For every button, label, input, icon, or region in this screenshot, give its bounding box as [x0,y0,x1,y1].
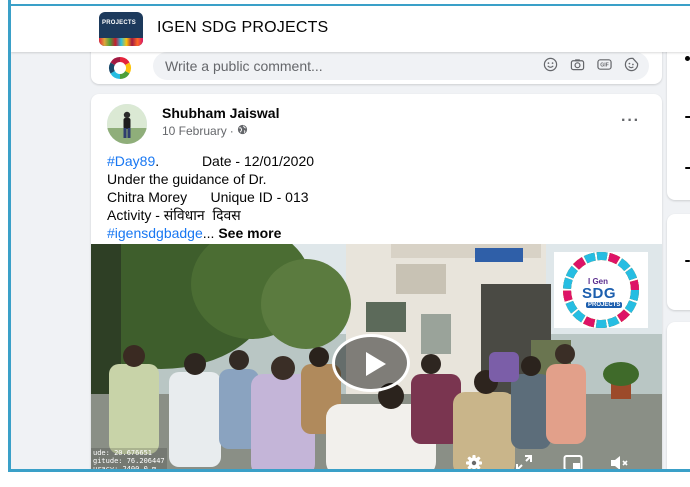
play-button[interactable] [332,334,410,392]
list-bullet [685,116,690,118]
post-line-1: #Day89. Date - 12/01/2020 [107,152,647,170]
emoji-icon[interactable] [543,57,558,72]
right-sidebar-card-3 [667,322,690,469]
post-line-3: Chitra Morey Unique ID - 013 [107,189,309,205]
geo-stamp: ude: 20.676651 gitude: 76.206447 uracy: … [91,448,167,469]
hashtag-badge-link[interactable]: #igensdgbadge [107,225,203,241]
feed-area[interactable]: PROJECTS IGEN SDG PROJECTS Write a publi… [11,6,690,469]
video-player[interactable]: I Gen SDG PROJECTS ude: 20.676651 gitude… [91,244,662,469]
comment-placeholder: Write a public comment... [165,58,323,74]
post-line-2: Under the guidance of Dr. [107,171,267,187]
post-line-5: #igensdgbadge... See more [107,224,647,242]
group-thumbnail[interactable]: PROJECTS [99,12,143,46]
right-sidebar-card-1 [667,42,690,200]
right-sidebar-card-2 [667,214,690,310]
group-thumbnail-label: PROJECTS [102,20,136,26]
svg-text:GIF: GIF [600,63,609,69]
pip-icon[interactable] [563,454,583,469]
screenshot-frame: PROJECTS IGEN SDG PROJECTS Write a publi… [0,0,690,487]
commenter-avatar[interactable] [108,56,132,80]
camera-icon[interactable] [570,57,585,72]
logo-projects-text: PROJECTS [586,302,623,308]
logo-sdg-text: SDG [582,285,617,302]
frame-bottom-rule [8,469,690,472]
sdg-color-strip [99,38,143,46]
settings-icon[interactable] [465,454,485,469]
sticker-icon[interactable] [624,57,639,72]
ellipsis: ... [202,225,219,241]
hashtag-day-link[interactable]: #Day89 [107,153,155,169]
post-date[interactable]: 10 February [162,124,227,138]
fullscreen-icon[interactable] [515,454,535,469]
post-date-text: . Date - 12/01/2020 [155,153,315,169]
author-name[interactable]: Shubham Jaiswal [162,105,279,121]
meta-separator: · [229,124,234,138]
gif-icon[interactable]: GIF [597,57,612,72]
group-header: PROJECTS IGEN SDG PROJECTS [11,6,690,52]
post-line-4: Activity - संविधान दिवस [107,207,241,223]
list-bullet [685,167,690,169]
comment-tools: GIF [543,57,639,72]
igen-sdg-logo: I Gen SDG PROJECTS [554,252,648,328]
comment-input[interactable]: Write a public comment... GIF [153,52,649,80]
post-meta: 10 February · [162,124,248,138]
post-options-button[interactable]: ··· [621,112,640,130]
list-bullet [685,260,690,262]
globe-icon [237,124,248,138]
mute-icon[interactable] [609,454,629,469]
play-icon [366,352,386,376]
list-bullet [685,56,690,61]
post-card: Shubham Jaiswal 10 February · ··· #Day89… [91,94,662,469]
group-title[interactable]: IGEN SDG PROJECTS [157,19,328,37]
post-message: #Day89. Date - 12/01/2020 Under the guid… [107,152,647,242]
see-more-link[interactable]: See more [218,225,281,241]
author-avatar[interactable] [107,104,147,144]
